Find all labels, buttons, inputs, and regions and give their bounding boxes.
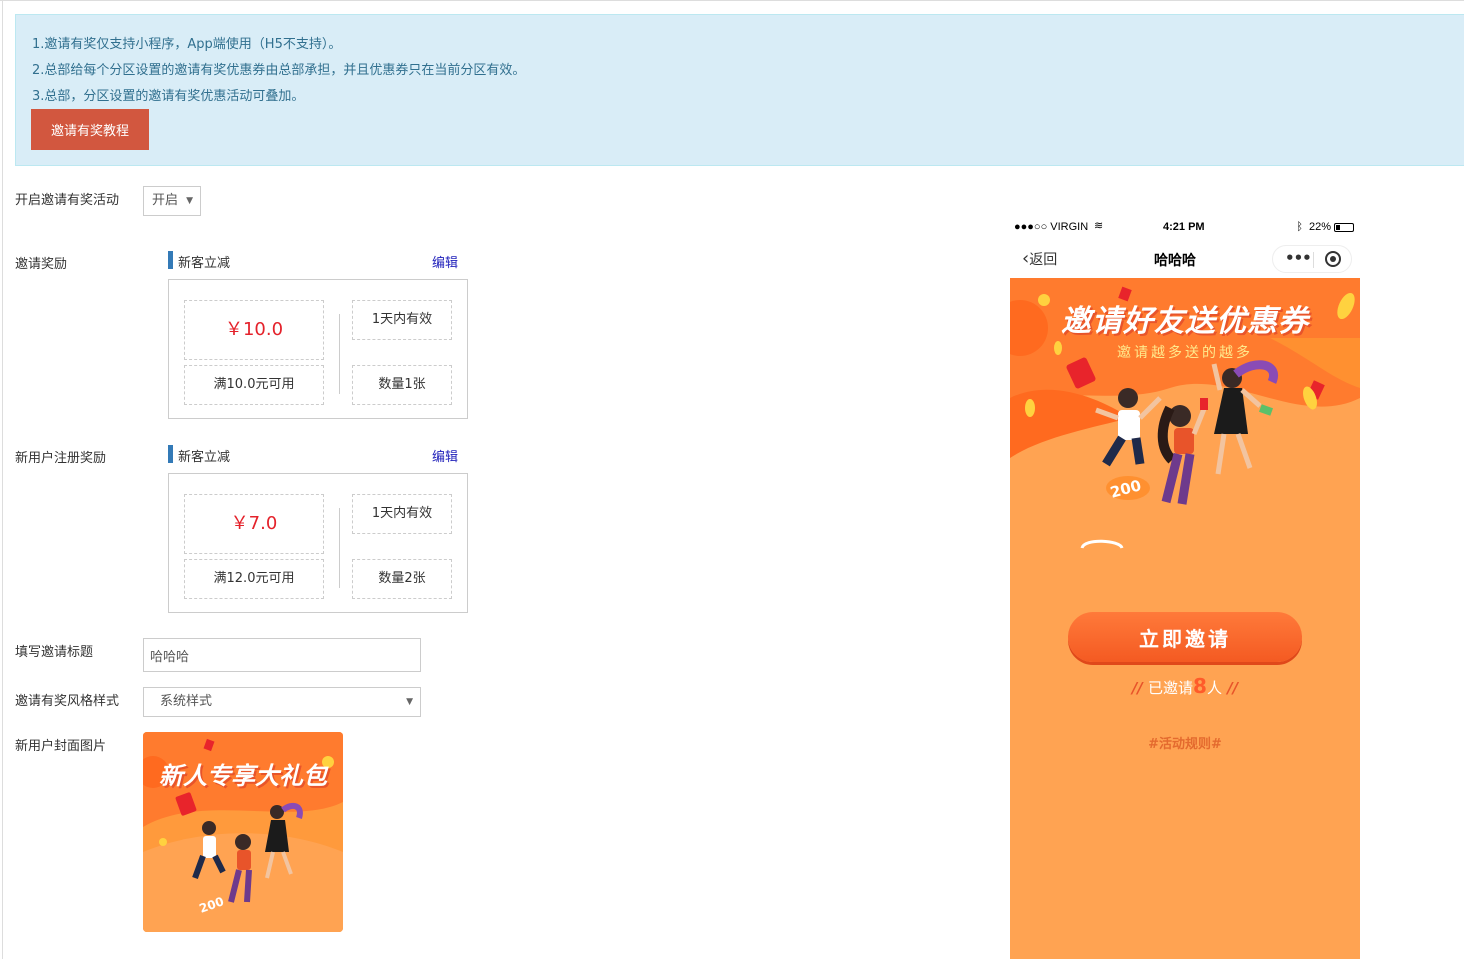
invite-reward-coupon: ￥10.0 满10.0元可用 1天内有效 数量1张 [168,279,468,419]
accent-bar [168,251,173,269]
caret-down-icon: ▼ [406,697,413,707]
coupon-condition: 满12.0元可用 [184,559,324,599]
phone-preview: ●●●○○ VIRGIN ≋ 4:21 PM ᛒ 22% ‹返回 哈哈哈 ••• [1010,215,1360,959]
invited-suffix: 人 [1206,679,1222,697]
invited-prefix: 已邀请 [1148,679,1194,697]
invite-reward-label: 邀请奖励 [15,257,68,272]
register-reward-label: 新用户注册奖励 [15,451,107,466]
tutorial-button[interactable]: 邀请有奖教程 [31,109,149,150]
invite-poster: 邀请好友送优惠券 邀请越多送的越多 200 立即邀请 // 已邀请8人 // #… [1010,278,1360,959]
style-select[interactable]: 系统样式 ▼ [143,687,421,717]
invite-title-input[interactable] [143,638,421,672]
accent-bar [168,445,173,463]
capsule-menu: ••• [1272,245,1352,273]
coupon-quantity: 数量1张 [352,365,452,405]
invite-reward-header: 新客立减 编辑 [168,251,458,271]
capsule-separator [1313,252,1314,268]
coupon-condition: 满10.0元可用 [184,365,324,405]
poster-subtitle: 邀请越多送的越多 [1117,345,1253,361]
invite-reward-edit-link[interactable]: 编辑 [432,252,458,271]
bluetooth-icon: ᛒ [1296,221,1303,233]
poster-headline: 邀请好友送优惠券 [1061,304,1309,339]
register-reward-header: 新客立减 编辑 [168,445,458,465]
coupon-amount: ￥7.0 [184,494,324,554]
notice-panel: 1.邀请有奖仅支持小程序，App端使用（H5不支持）。 2.总部给每个分区设置的… [15,14,1464,166]
register-reward-type: 新客立减 [178,450,231,465]
slash-decoration-icon: // [1221,679,1239,697]
style-select-value: 系统样式 [160,694,213,709]
enable-select[interactable]: 开启 ▼ [143,186,201,216]
notice-line-3: 3.总部，分区设置的邀请有奖优惠活动可叠加。 [32,89,305,104]
cover-image[interactable]: 新人专享大礼包 200 [143,732,343,932]
slash-decoration-icon: // [1131,679,1149,697]
notice-line-2: 2.总部给每个分区设置的邀请有奖优惠券由总部承担，并且优惠券只在当前分区有效。 [32,63,526,78]
mini-program-navbar: ‹返回 哈哈哈 ••• [1010,241,1360,278]
cover-label: 新用户封面图片 [15,739,107,754]
register-reward-coupon: ￥7.0 满12.0元可用 1天内有效 数量2张 [168,473,468,613]
invite-reward-type: 新客立减 [178,256,231,271]
wifi-icon: ≋ [1094,220,1104,232]
notice-line-1: 1.邀请有奖仅支持小程序，App端使用（H5不支持）。 [32,37,342,52]
battery-icon [1334,222,1354,232]
invited-count-line: // 已邀请8人 // [1010,674,1360,698]
caret-down-icon: ▼ [186,196,193,206]
coupon-divider [339,508,340,588]
title-label: 填写邀请标题 [15,645,94,660]
coupon-validity: 1天内有效 [352,300,452,340]
invite-now-button[interactable]: 立即邀请 [1068,612,1302,662]
activity-rules-link[interactable]: #活动规则# [1010,733,1360,752]
status-bar: ●●●○○ VIRGIN ≋ 4:21 PM ᛒ 22% [1010,215,1360,241]
coupon-validity: 1天内有效 [352,494,452,534]
enable-label: 开启邀请有奖活动 [15,193,120,208]
style-label: 邀请有奖风格样式 [15,694,120,709]
more-dots-icon[interactable]: ••• [1285,249,1312,267]
clock-text: 4:21 PM [1163,221,1205,233]
battery-percent: 22% [1308,221,1331,233]
coupon-quantity: 数量2张 [352,559,452,599]
coupon-divider [339,314,340,394]
enable-select-value: 开启 [152,193,179,208]
carrier-text: ●●●○○ VIRGIN [1014,221,1089,233]
coupon-amount: ￥10.0 [184,300,324,360]
battery-indicator: ᛒ 22% [1296,221,1354,233]
cover-headline: 新人专享大礼包 [159,762,327,790]
close-target-icon[interactable] [1325,251,1341,267]
frame-top-border [0,0,1464,1]
frame-left-border [2,0,3,959]
invited-count: 8 [1193,674,1207,698]
register-reward-edit-link[interactable]: 编辑 [432,446,458,465]
